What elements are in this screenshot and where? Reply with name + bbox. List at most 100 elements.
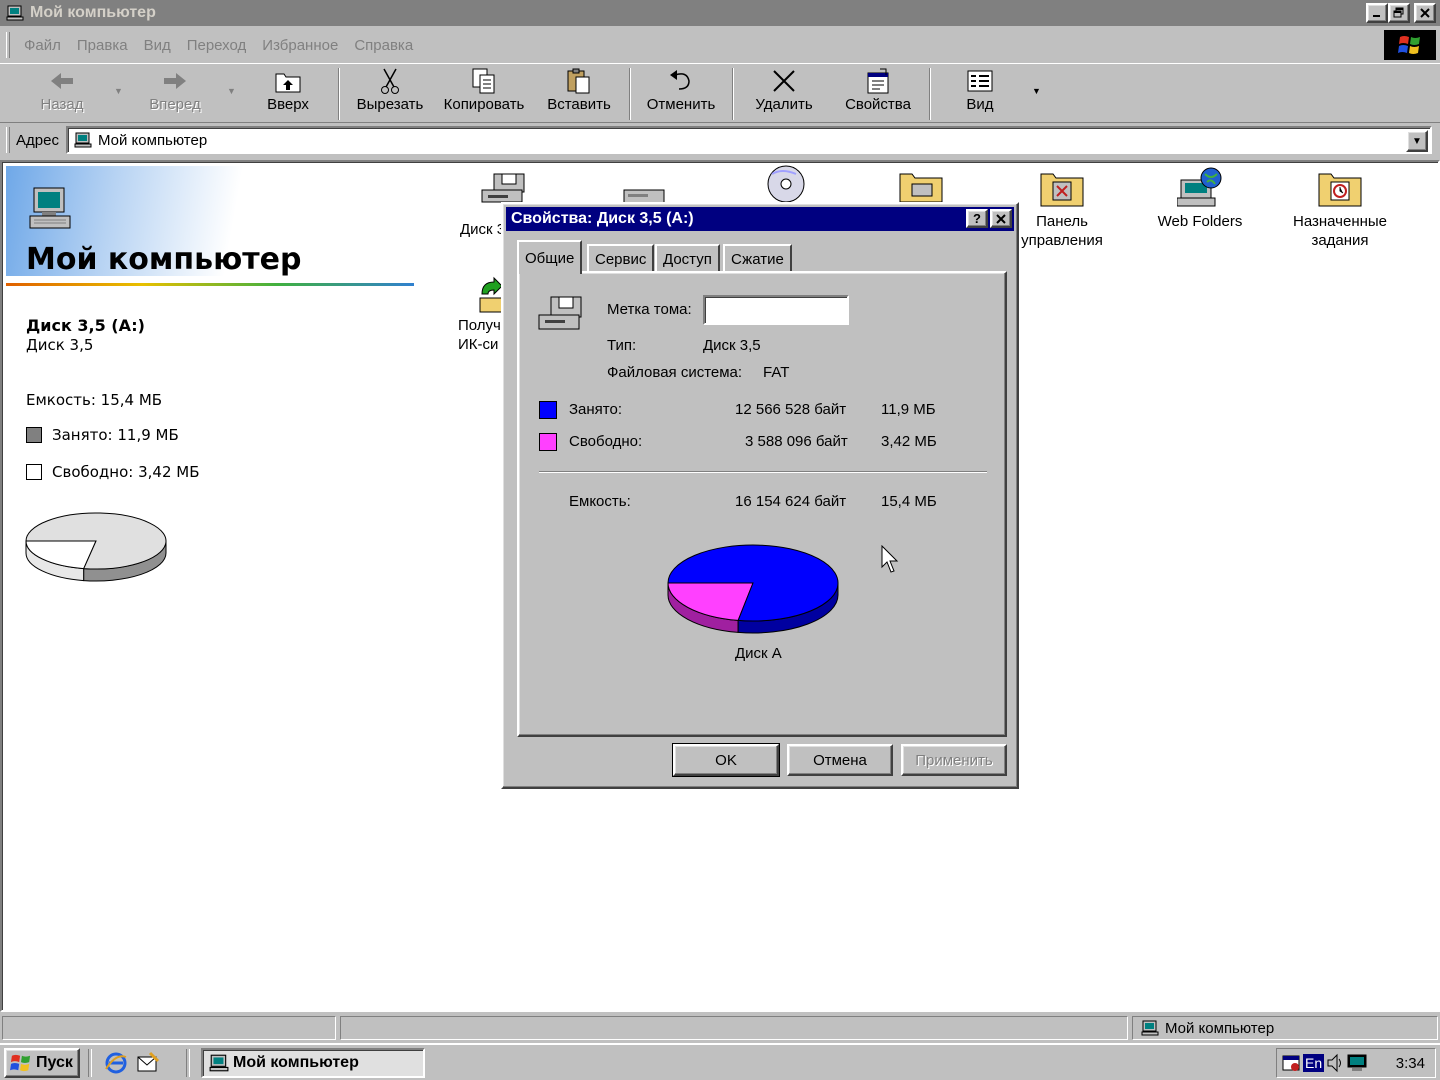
status-cell-location: Мой компьютер [1132,1016,1438,1040]
start-button[interactable]: Пуск [4,1048,80,1078]
addressbar-grip[interactable] [6,127,10,153]
view-button[interactable]: Вид [950,66,1010,122]
minimize-icon [1373,15,1380,17]
menu-favorites[interactable]: Избранное [262,37,338,54]
back-label: Назад [40,96,84,113]
apply-button[interactable]: Применить [901,744,1007,776]
paste-icon [567,68,590,94]
copy-button[interactable]: Копировать [440,66,528,122]
type-caption: Тип: [607,337,637,354]
view-label: Вид [966,96,994,113]
menu-file[interactable]: Файл [24,37,61,54]
back-dropdown-icon[interactable]: ▼ [114,86,123,96]
up-button[interactable]: Вверх [256,66,320,122]
dialog-divider [539,471,987,473]
free-legend: Свободно: 3,42 МБ [26,463,200,481]
minimize-button[interactable] [1366,3,1388,23]
webview-divider [6,283,414,286]
windows-flag-icon [10,1054,31,1072]
forward-dropdown-icon[interactable]: ▼ [227,86,236,96]
quicklaunch-grip[interactable] [88,1049,92,1077]
folder-up-icon [275,73,301,93]
paste-button[interactable]: Вставить [542,66,616,122]
cancel-button[interactable]: Отмена [787,744,893,776]
language-indicator[interactable]: En [1303,1054,1325,1072]
address-combobox[interactable]: Мой компьютер ▼ [66,126,1432,154]
delete-button[interactable]: Удалить [748,66,820,122]
dialog-title: Свойства: Диск 3,5 (A:) [511,210,694,227]
menu-view[interactable]: Вид [144,37,171,54]
restore-button[interactable] [1388,3,1410,23]
view-grid-icon [967,70,993,92]
my-computer-icon [74,132,92,148]
help-button[interactable]: ? [966,209,988,228]
address-dropdown-button[interactable]: ▼ [1406,130,1428,152]
cut-label: Вырезать [356,96,424,113]
back-button[interactable]: Назад [30,66,94,122]
printers-folder-icon[interactable] [898,166,944,204]
properties-button[interactable]: Свойства [838,66,918,122]
tab-general[interactable]: Общие [517,240,583,274]
volume-label-field[interactable] [703,295,849,325]
my-computer-icon [1141,1020,1159,1036]
menu-help[interactable]: Справка [354,37,413,54]
internet-explorer-icon[interactable] [104,1051,128,1075]
menu-go[interactable]: Переход [187,37,247,54]
filesystem-value: FAT [763,364,790,381]
view-dropdown-icon[interactable]: ▼ [1032,86,1041,96]
tab-compression[interactable]: Сжатие [723,244,792,272]
used-bytes: 12 566 528 байт [735,401,847,418]
window-titlebar[interactable]: Мой компьютер [0,0,1440,26]
task-scheduler-tray-icon[interactable] [1281,1053,1301,1073]
floppy-drive-item[interactable]: Диск 3 [432,170,525,238]
my-computer-icon [209,1054,229,1072]
menu-edit[interactable]: Правка [77,37,128,54]
web-folders-item[interactable]: Web Folders [1130,166,1270,231]
forward-button[interactable]: Вперед [140,66,210,122]
chevron-down-icon: ▼ [1412,135,1422,147]
tab-tools[interactable]: Сервис [587,244,655,272]
webview-title: Мой компьютер [26,242,302,277]
tab-tools-label: Сервис [595,250,647,268]
disk-usage-pie [667,544,839,634]
disk-pie-label: Диск A [735,645,782,662]
menubar-grip[interactable] [6,32,10,58]
display-tray-icon[interactable] [1346,1053,1368,1073]
copy-label: Копировать [443,96,525,113]
outlook-express-icon[interactable] [136,1051,160,1075]
toolbar-separator [338,68,340,120]
scheduled-tasks-icon [1318,173,1362,207]
free-swatch [26,464,42,480]
address-bar: Адрес Мой компьютер ▼ [0,124,1440,156]
dialog-close-button[interactable] [990,209,1012,228]
menu-bar: Файл Правка Вид Переход Избранное Справк… [0,28,1440,62]
status-bar: Мой компьютер [0,1014,1440,1042]
type-value: Диск 3,5 [703,337,761,354]
tab-general-label: Общие [525,249,575,267]
back-arrow-icon [51,73,73,89]
close-button[interactable] [1414,3,1436,23]
scheduled-tasks-item[interactable]: Назначенные задания [1270,166,1410,250]
tab-sharing[interactable]: Доступ [655,244,720,272]
restore-icon [1393,7,1404,18]
forward-label: Вперед [149,96,201,113]
cdrom-drive-icon[interactable] [762,164,808,204]
volume-label-input[interactable] [705,297,847,323]
capacity-mb: 15,4 МБ [881,493,937,510]
windows-flag-icon [1398,36,1420,54]
toolbar-separator [629,68,631,120]
toolbar-separator [929,68,931,120]
web-folders-label: Web Folders [1157,213,1243,230]
undo-button[interactable]: Отменить [642,66,720,122]
volume-icon[interactable] [1326,1053,1344,1073]
properties-label: Свойства [845,96,911,113]
taskbar-button-my-computer[interactable]: Мой компьютер [201,1048,425,1078]
used-swatch [26,427,42,443]
ok-button[interactable]: OK [672,743,780,777]
dialog-titlebar[interactable]: Свойства: Диск 3,5 (A:) ? [506,207,1014,231]
cut-button[interactable]: Вырезать [352,66,428,122]
taskbar-clock: 3:34 [1395,1054,1425,1072]
my-computer-large-icon [29,187,71,229]
window-title: Мой компьютер [30,4,156,21]
free-caption: Свободно: [569,433,643,450]
